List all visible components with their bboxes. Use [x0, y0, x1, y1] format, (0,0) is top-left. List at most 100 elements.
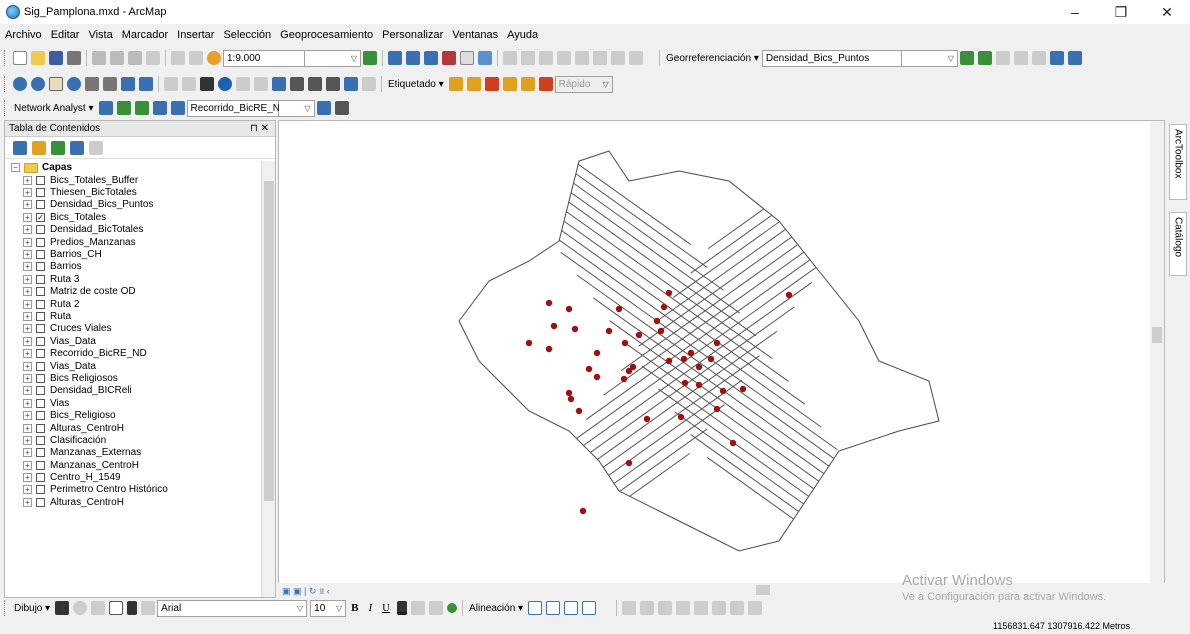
- toc-layer-item[interactable]: + Bics Religiosos: [5, 372, 261, 384]
- toc-layer-item[interactable]: + Recorrido_BicRE_ND: [5, 347, 261, 359]
- layout-icon-8[interactable]: [629, 51, 643, 65]
- text-icon[interactable]: [127, 601, 138, 615]
- expand-icon[interactable]: +: [23, 175, 32, 185]
- map-view[interactable]: [278, 120, 1165, 584]
- georef-tool-icon-3[interactable]: [1031, 51, 1046, 65]
- layer-visibility-checkbox[interactable]: [36, 349, 45, 359]
- collapse-icon[interactable]: −: [11, 163, 20, 172]
- find-route-icon[interactable]: [308, 77, 322, 91]
- edit-tool-icon-4[interactable]: [676, 601, 691, 615]
- list-by-visibility-icon[interactable]: [51, 140, 65, 155]
- edit-tool-icon-6[interactable]: [712, 601, 727, 615]
- toc-layer-item[interactable]: + Bics_Totales_Buffer: [5, 174, 261, 186]
- expand-icon[interactable]: +: [23, 311, 32, 321]
- bic-point[interactable]: [713, 339, 721, 347]
- align-icon-1[interactable]: [528, 601, 543, 615]
- expand-icon[interactable]: +: [23, 411, 32, 421]
- layers-group[interactable]: − Capas: [5, 161, 261, 174]
- bic-point[interactable]: [571, 325, 579, 333]
- expand-icon[interactable]: +: [23, 373, 32, 383]
- align-icon-2[interactable]: [546, 601, 561, 615]
- toc-layer-item[interactable]: + Ruta 3: [5, 273, 261, 285]
- layout-icon-7[interactable]: [611, 51, 625, 65]
- toc-layer-item[interactable]: + Matriz de coste OD: [5, 286, 261, 298]
- layer-visibility-checkbox[interactable]: [36, 324, 45, 334]
- bic-point[interactable]: [575, 407, 583, 415]
- view-toggle-icons[interactable]: ▣ ▣ | ↻ ॥ ‹: [282, 584, 330, 597]
- bic-point[interactable]: [729, 439, 737, 447]
- save-icon[interactable]: [49, 51, 63, 65]
- add-control-points-icon[interactable]: [959, 51, 974, 65]
- html-popup-icon[interactable]: [254, 77, 268, 91]
- bic-point[interactable]: [665, 289, 673, 297]
- marker-color-icon[interactable]: [447, 603, 458, 613]
- add-data-icon[interactable]: [207, 51, 221, 65]
- menu-marcador[interactable]: Marcador: [122, 29, 168, 41]
- menu-vista[interactable]: Vista: [88, 29, 112, 41]
- georef-layer-combo[interactable]: Densidad_Bics_Puntos: [761, 49, 902, 67]
- network-layer-combo[interactable]: Recorrido_BicRE_ND: [186, 99, 287, 117]
- table-icon[interactable]: [388, 51, 402, 65]
- label-quality-combo[interactable]: Rápido ▽: [554, 75, 613, 93]
- expand-icon[interactable]: +: [23, 225, 32, 235]
- expand-icon[interactable]: +: [23, 386, 32, 396]
- bic-point[interactable]: [719, 387, 727, 395]
- menu-ayuda[interactable]: Ayuda: [507, 29, 538, 41]
- expand-icon[interactable]: +: [23, 349, 32, 359]
- layer-visibility-checkbox[interactable]: [36, 336, 45, 346]
- bic-point[interactable]: [681, 379, 689, 387]
- select-move-location-icon[interactable]: [134, 101, 149, 115]
- identify-icon[interactable]: [218, 77, 232, 91]
- expand-icon[interactable]: +: [23, 423, 32, 433]
- new-icon[interactable]: [13, 51, 27, 65]
- bic-point[interactable]: [677, 413, 685, 421]
- expand-icon[interactable]: +: [23, 188, 32, 198]
- toc-layer-item[interactable]: + Alturas_CentroH: [5, 496, 261, 508]
- layer-visibility-checkbox[interactable]: [36, 225, 45, 235]
- line-color-icon[interactable]: [429, 601, 444, 615]
- layer-visibility-checkbox[interactable]: [36, 497, 45, 507]
- bic-point[interactable]: [567, 395, 575, 403]
- underline-button[interactable]: U: [382, 602, 390, 614]
- open-icon[interactable]: [31, 51, 45, 65]
- bic-point[interactable]: [713, 405, 721, 413]
- bic-point[interactable]: [621, 339, 629, 347]
- layer-visibility-checkbox[interactable]: [36, 274, 45, 284]
- italic-button[interactable]: I: [369, 602, 373, 614]
- toc-layer-item[interactable]: + Ruta 2: [5, 298, 261, 310]
- solve-icon[interactable]: [152, 101, 167, 115]
- bic-point[interactable]: [565, 389, 573, 397]
- font-size-combo[interactable]: 10 ▽: [310, 599, 347, 617]
- font-color-icon[interactable]: [397, 601, 408, 615]
- bic-point[interactable]: [525, 339, 533, 347]
- pause-labeling-icon[interactable]: [520, 77, 535, 91]
- toc-layer-item[interactable]: + Centro_H_1549: [5, 471, 261, 483]
- scale-combo[interactable]: 1:9.000: [223, 49, 305, 67]
- zoom-in-icon[interactable]: [13, 77, 27, 91]
- layout-icon-4[interactable]: [557, 51, 571, 65]
- bic-point[interactable]: [629, 363, 637, 371]
- expand-icon[interactable]: +: [23, 435, 32, 445]
- edit-tool-icon-1[interactable]: [622, 601, 637, 615]
- toc-layer-item[interactable]: + Densidad_BICReli: [5, 385, 261, 397]
- expand-icon[interactable]: +: [23, 250, 32, 260]
- georef-tool-icon-2[interactable]: [1013, 51, 1028, 65]
- layer-visibility-checkbox[interactable]: [36, 448, 45, 458]
- layer-visibility-checkbox[interactable]: [36, 485, 45, 495]
- select-elements-icon[interactable]: [200, 77, 214, 91]
- toc-layer-item[interactable]: + Vias: [5, 397, 261, 409]
- select-elements-icon[interactable]: [55, 601, 70, 615]
- bold-button[interactable]: B: [351, 602, 358, 614]
- expand-icon[interactable]: +: [23, 237, 32, 247]
- edit-vertices-icon[interactable]: [141, 601, 156, 615]
- list-by-source-icon[interactable]: [32, 140, 46, 155]
- pan-icon[interactable]: [49, 77, 63, 91]
- expand-icon[interactable]: +: [23, 460, 32, 470]
- menu-personalizar[interactable]: Personalizar: [382, 29, 443, 41]
- forward-icon[interactable]: [139, 77, 153, 91]
- delete-icon[interactable]: [146, 51, 160, 65]
- layer-visibility-checkbox[interactable]: [36, 287, 45, 297]
- bic-point[interactable]: [680, 355, 688, 363]
- paste-icon[interactable]: [128, 51, 142, 65]
- bic-point[interactable]: [653, 317, 661, 325]
